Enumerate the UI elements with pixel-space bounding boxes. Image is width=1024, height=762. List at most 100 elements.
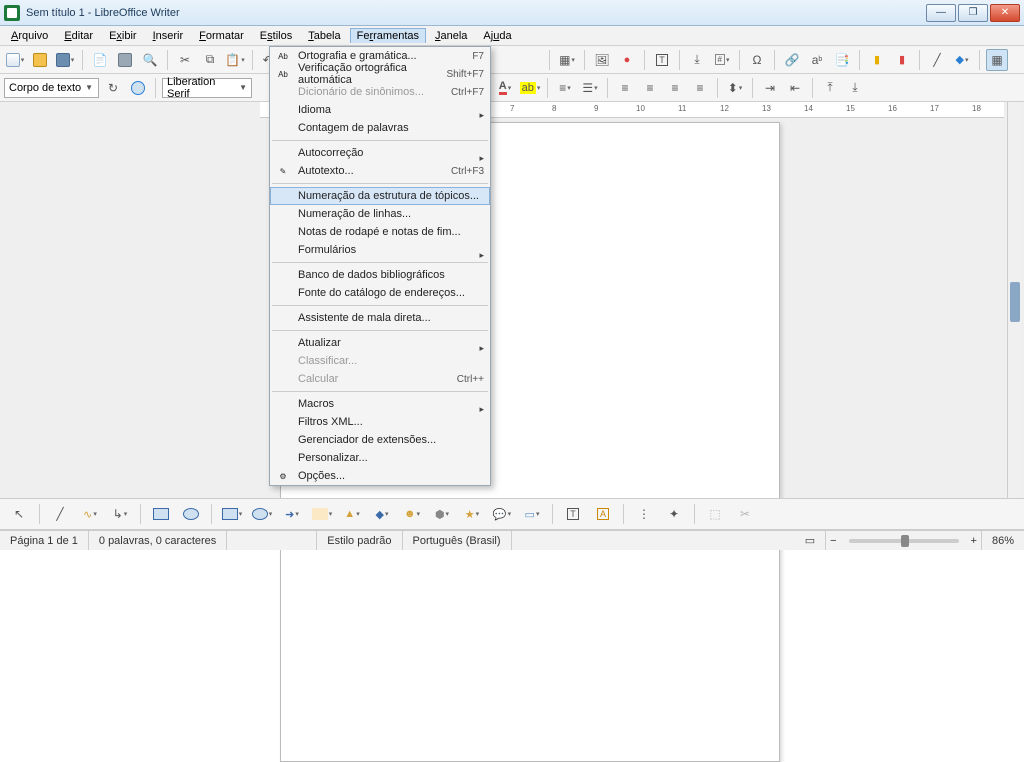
arrow-shapes-tool[interactable]: ➜	[279, 502, 305, 526]
status-style[interactable]: Estilo padrão	[317, 531, 402, 550]
decrease-indent-button[interactable]: ⇤	[784, 77, 806, 99]
bookmark-button[interactable]: 📑	[831, 49, 853, 71]
glue-tool[interactable]: ✦	[661, 502, 687, 526]
status-view-icon[interactable]: ▭	[795, 531, 826, 550]
menu-item[interactable]: Idioma	[270, 101, 490, 119]
status-page[interactable]: Página 1 de 1	[0, 531, 89, 550]
3d-tool[interactable]: ⬢	[429, 502, 455, 526]
para-top-button[interactable]: ⤒	[819, 77, 841, 99]
new-doc-button[interactable]	[4, 49, 26, 71]
star-tool[interactable]: ◆	[369, 502, 395, 526]
menu-ferramentas[interactable]: Ferramentas	[350, 28, 426, 43]
menu-item[interactable]: Atualizar	[270, 334, 490, 352]
open-button[interactable]	[29, 49, 51, 71]
menu-item[interactable]: Personalizar...	[270, 449, 490, 467]
menu-janela[interactable]: Janela	[428, 28, 474, 44]
menu-item[interactable]: ✎Autotexto...Ctrl+F3	[270, 162, 490, 180]
font-color-button[interactable]: A	[494, 77, 516, 99]
crop-tool[interactable]: ✂	[732, 502, 758, 526]
menu-item[interactable]: Autocorreção	[270, 144, 490, 162]
image-button[interactable]: 🖼	[591, 49, 613, 71]
menu-item[interactable]: Fonte do catálogo de endereços...	[270, 284, 490, 302]
print-preview-button[interactable]: 🔍	[139, 49, 161, 71]
symbol-shapes-tool[interactable]	[249, 502, 275, 526]
new-style-button[interactable]	[127, 77, 149, 99]
menu-item[interactable]: Notas de rodapé e notas de fim...	[270, 223, 490, 241]
callout-tool[interactable]: ▲	[339, 502, 365, 526]
minimize-button[interactable]: —	[926, 4, 956, 22]
save-button[interactable]	[54, 49, 76, 71]
zoom-out-button[interactable]: −	[826, 531, 840, 550]
zoom-value[interactable]: 86%	[981, 531, 1024, 550]
cut-button[interactable]: ✂	[174, 49, 196, 71]
shapes-button[interactable]: ◆	[951, 49, 973, 71]
menu-item[interactable]: Filtros XML...	[270, 413, 490, 431]
chart-button[interactable]: ●	[616, 49, 638, 71]
zoom-in-button[interactable]: +	[967, 535, 981, 547]
menu-item[interactable]: Macros	[270, 395, 490, 413]
menu-item[interactable]: Contagem de palavras	[270, 119, 490, 137]
menu-tabela[interactable]: Tabela	[301, 28, 347, 44]
close-button[interactable]: ✕	[990, 4, 1020, 22]
print-button[interactable]	[114, 49, 136, 71]
extrusion-tool[interactable]: ⬚	[702, 502, 728, 526]
connector-tool[interactable]: ↳	[107, 502, 133, 526]
table-button[interactable]: ▦	[556, 49, 578, 71]
menu-item[interactable]: Formulários	[270, 241, 490, 259]
menu-item[interactable]: Numeração da estrutura de tópicos...	[270, 187, 490, 205]
textbox-button[interactable]: T	[651, 49, 673, 71]
hyperlink-button[interactable]: 🔗	[781, 49, 803, 71]
align-center-button[interactable]: ≡	[639, 77, 661, 99]
menu-ajuda[interactable]: Ajuda	[476, 28, 518, 44]
align-left-button[interactable]: ≡	[614, 77, 636, 99]
vertical-scrollbar[interactable]	[1007, 102, 1022, 498]
maximize-button[interactable]: ❐	[958, 4, 988, 22]
star-shapes-tool[interactable]: ★	[459, 502, 485, 526]
paragraph-style-combo[interactable]: Corpo de texto▼	[4, 78, 99, 98]
menu-item[interactable]: AbVerificação ortográfica automáticaShif…	[270, 65, 490, 83]
copy-button[interactable]: ⧉	[199, 49, 221, 71]
line-spacing-button[interactable]: ⬍	[724, 77, 746, 99]
menu-arquivo[interactable]: Arquivo	[4, 28, 55, 44]
ellipse-tool[interactable]	[178, 502, 204, 526]
flowchart-tool[interactable]	[309, 502, 335, 526]
curve-tool[interactable]: ∿	[77, 502, 103, 526]
export-pdf-button[interactable]: 📄	[89, 49, 111, 71]
status-lang[interactable]: Português (Brasil)	[403, 531, 512, 550]
menu-item[interactable]: ⚙Opções...	[270, 467, 490, 485]
rectangle-tool[interactable]	[148, 502, 174, 526]
field-button[interactable]: #	[711, 49, 733, 71]
menu-item[interactable]: Gerenciador de extensões...	[270, 431, 490, 449]
basic-shapes-tool[interactable]	[219, 502, 245, 526]
menu-item[interactable]: Numeração de linhas...	[270, 205, 490, 223]
menu-formatar[interactable]: Formatar	[192, 28, 251, 44]
menu-inserir[interactable]: Inserir	[146, 28, 191, 44]
grid-view-button[interactable]: ▦	[986, 49, 1008, 71]
block-arrow-tool[interactable]: ▭	[519, 502, 545, 526]
highlight-button[interactable]: ab	[519, 77, 541, 99]
menu-item[interactable]: Assistente de mala direta...	[270, 309, 490, 327]
special-char-button[interactable]: Ω	[746, 49, 768, 71]
line-tool[interactable]: ╱	[47, 502, 73, 526]
fontwork-tool[interactable]: A	[590, 502, 616, 526]
zoom-slider[interactable]	[849, 539, 959, 543]
textbox-tool[interactable]: T	[560, 502, 586, 526]
menu-item[interactable]: Banco de dados bibliográficos	[270, 266, 490, 284]
footnote-button[interactable]: ab	[806, 49, 828, 71]
bullets-button[interactable]: ≡	[554, 77, 576, 99]
select-tool[interactable]: ↖	[6, 502, 32, 526]
numbering-button[interactable]: ☰	[579, 77, 601, 99]
smiley-tool[interactable]: ☻	[399, 502, 425, 526]
increase-indent-button[interactable]: ⇥	[759, 77, 781, 99]
points-tool[interactable]: ⋮	[631, 502, 657, 526]
status-words[interactable]: 0 palavras, 0 caracteres	[89, 531, 227, 550]
paste-button[interactable]: 📋	[224, 49, 246, 71]
menu-exibir[interactable]: Exibir	[102, 28, 144, 44]
menu-estilos[interactable]: Estilos	[253, 28, 299, 44]
align-right-button[interactable]: ≡	[664, 77, 686, 99]
comment-button[interactable]: ▮	[866, 49, 888, 71]
speech-tool[interactable]: 💬	[489, 502, 515, 526]
track-changes-button[interactable]: ▮	[891, 49, 913, 71]
page-break-button[interactable]: ⤓	[686, 49, 708, 71]
update-style-button[interactable]: ↻	[102, 77, 124, 99]
